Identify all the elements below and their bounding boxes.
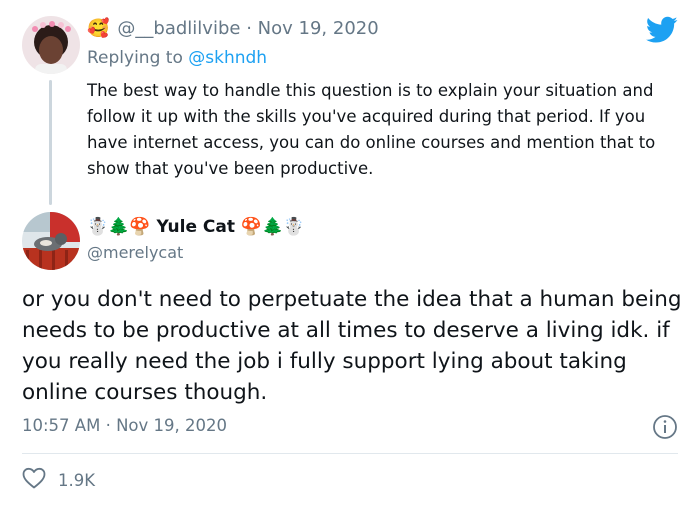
- parent-tweet-text: The best way to handle this question is …: [87, 81, 656, 178]
- display-name-row[interactable]: ☃️🌲🍄 Yule Cat 🍄🌲☃️: [87, 217, 304, 237]
- avatar[interactable]: [22, 212, 80, 270]
- tweet-date[interactable]: Nov 19, 2020: [116, 416, 227, 435]
- parent-handle[interactable]: @__badlilvibe: [117, 18, 240, 39]
- info-icon[interactable]: [652, 414, 678, 444]
- like-count: 1.9K: [58, 470, 96, 490]
- tweet-timestamp[interactable]: 10:57 AM · Nov 19, 2020: [22, 416, 227, 435]
- timestamp-separator: ·: [105, 416, 111, 435]
- parent-date[interactable]: Nov 19, 2020: [258, 18, 379, 39]
- twitter-bird-icon: [646, 16, 678, 48]
- meta-separator: ·: [246, 18, 252, 39]
- replying-handle-link[interactable]: @skhndh: [188, 48, 267, 68]
- name-prefix-emoji: ☃️🌲🍄: [87, 217, 151, 237]
- name-suffix-emoji: 🍄🌲☃️: [240, 217, 305, 237]
- parent-tweet-header: 🥰 @__badlilvibe · Nov 19, 2020: [87, 18, 379, 39]
- avatar[interactable]: [22, 16, 80, 74]
- thread-line: [49, 80, 52, 205]
- replying-label: Replying to: [87, 48, 183, 68]
- tweet-text: or you don't need to perpetuate the idea…: [22, 287, 682, 405]
- tweet-time[interactable]: 10:57 AM: [22, 416, 100, 435]
- divider: [22, 453, 678, 454]
- author-emoji: 🥰: [87, 18, 110, 39]
- replying-to: Replying to @skhndh: [87, 48, 267, 68]
- user-handle[interactable]: @merelycat: [87, 243, 183, 262]
- like-action[interactable]: 1.9K: [22, 467, 95, 493]
- heart-icon[interactable]: [22, 467, 46, 493]
- display-name[interactable]: Yule Cat: [156, 217, 235, 237]
